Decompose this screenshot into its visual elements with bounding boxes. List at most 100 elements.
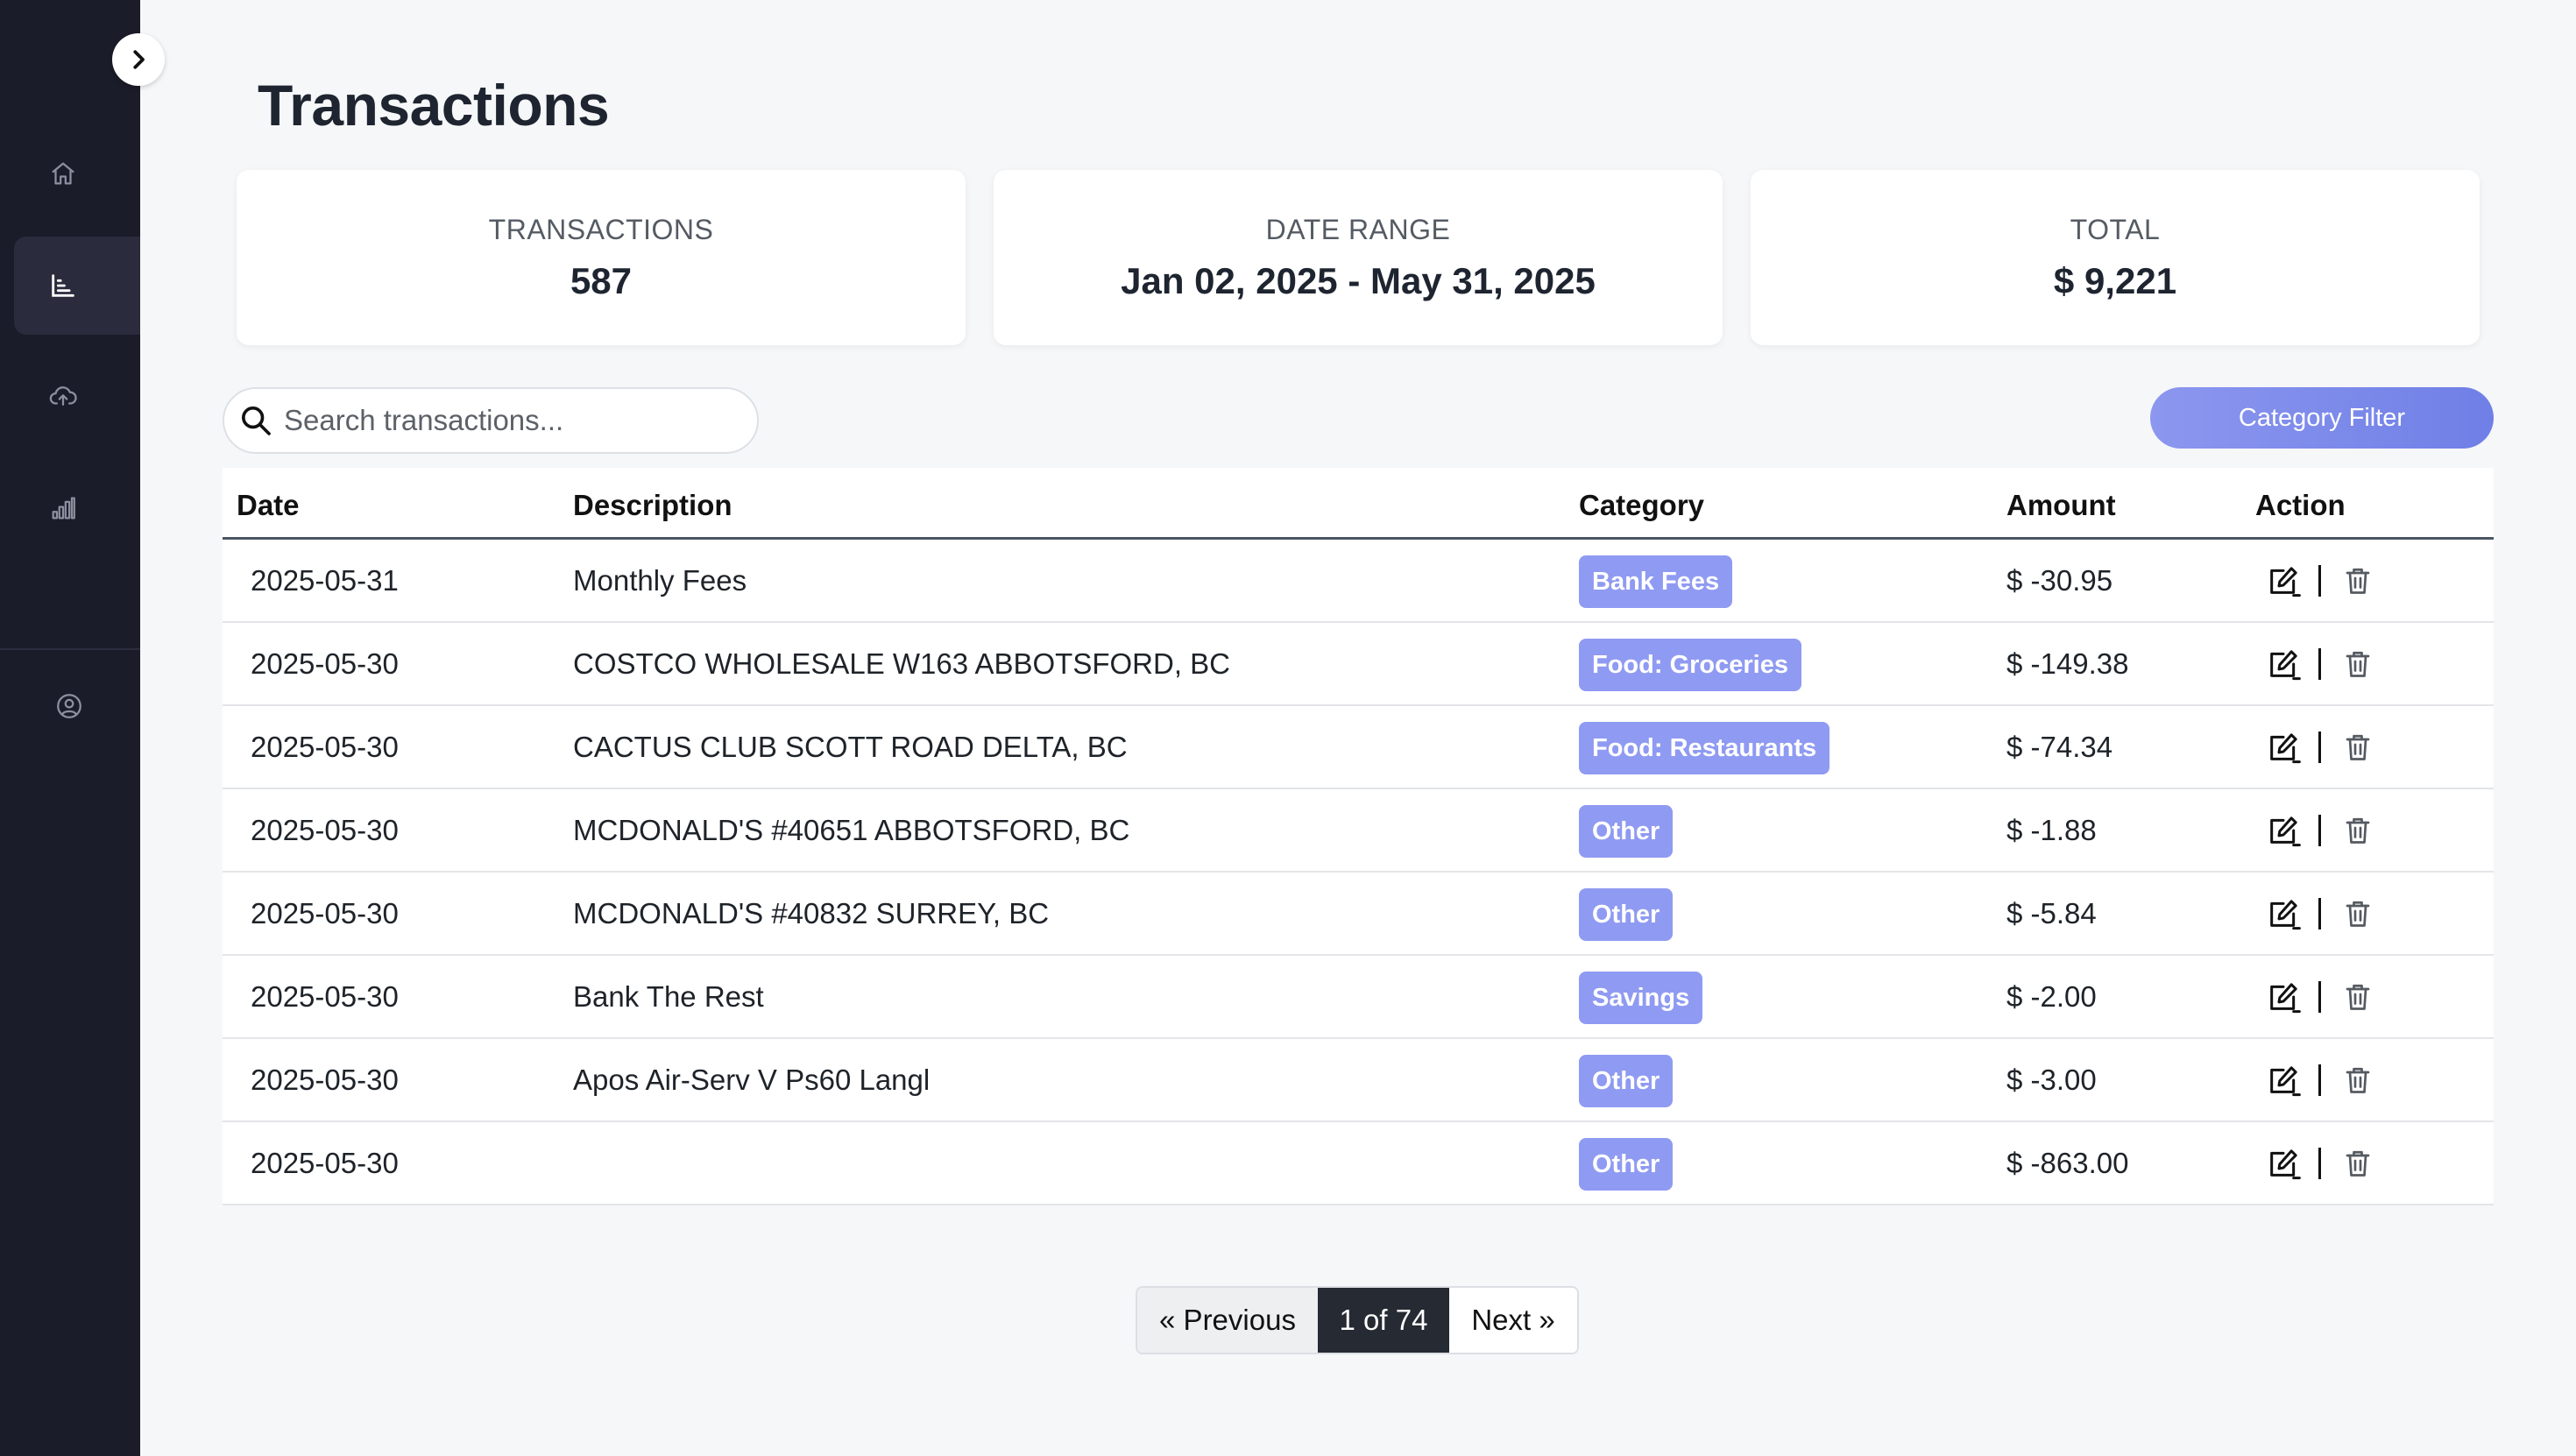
table-row: 2025-05-30 CACTUS CLUB SCOTT ROAD DELTA,…: [223, 706, 2494, 789]
stat-value: Jan 02, 2025 - May 31, 2025: [1121, 259, 1596, 301]
category-filter-button[interactable]: Category Filter: [2150, 387, 2494, 449]
trash-icon[interactable]: [2342, 1064, 2374, 1096]
chevron-right-icon: [133, 50, 145, 69]
table-body: 2025-05-31 Monthly Fees Bank Fees $ -30.…: [223, 540, 2494, 1205]
stat-value: $ 9,221: [2053, 259, 2177, 301]
cell-amount: $ -5.84: [2006, 897, 2097, 929]
sidebar-item-profile[interactable]: [14, 657, 140, 755]
sidebar-item-reports[interactable]: [14, 459, 140, 557]
action-separator: [2318, 815, 2321, 846]
table-header: Date Description Category Amount Action: [223, 468, 2494, 540]
category-badge[interactable]: Food: Restaurants: [1579, 722, 1830, 774]
stat-value: 587: [570, 259, 633, 301]
category-badge[interactable]: Savings: [1579, 972, 1703, 1024]
stat-label: TRANSACTIONS: [488, 213, 714, 245]
table-row: 2025-05-30 COSTCO WHOLESALE W163 ABBOTSF…: [223, 623, 2494, 706]
sidebar-divider: [0, 648, 140, 650]
cell-date: 2025-05-30: [251, 814, 399, 846]
trash-icon[interactable]: [2342, 732, 2374, 763]
stat-card-transactions: TRANSACTIONS 587: [237, 170, 966, 345]
cell-amount: $ -30.95: [2006, 564, 2113, 597]
cell-description: Apos Air-Serv V Ps60 Langl: [573, 1064, 931, 1096]
stat-label: TOTAL: [2070, 213, 2161, 245]
user-circle-icon: [57, 694, 81, 718]
category-badge[interactable]: Food: Groceries: [1579, 639, 1801, 691]
category-badge[interactable]: Other: [1579, 805, 1674, 858]
next-page-button[interactable]: Next »: [1449, 1288, 1577, 1353]
cell-amount: $ -74.34: [2006, 731, 2113, 763]
row-actions: [2266, 979, 2374, 1015]
pagination: « Previous 1 of 74 Next »: [1136, 1286, 1579, 1354]
column-header-action: Action: [2255, 489, 2346, 521]
cell-date: 2025-05-30: [251, 731, 399, 763]
cell-description: MCDONALD'S #40651 ABBOTSFORD, BC: [573, 814, 1130, 846]
column-header-category[interactable]: Category: [1579, 489, 1704, 522]
column-header-amount[interactable]: Amount: [2006, 489, 2116, 522]
edit-icon[interactable]: [2266, 979, 2301, 1014]
sidebar-item-home[interactable]: [14, 124, 140, 223]
trash-icon[interactable]: [2342, 981, 2374, 1013]
search-input[interactable]: [284, 404, 740, 437]
column-header-date[interactable]: Date: [237, 489, 300, 522]
home-icon: [52, 162, 74, 185]
table-row: 2025-05-31 Monthly Fees Bank Fees $ -30.…: [223, 540, 2494, 623]
trash-icon[interactable]: [2342, 1148, 2374, 1179]
bar-chart-icon: [52, 274, 74, 297]
row-actions: [2266, 646, 2374, 682]
row-actions: [2266, 895, 2374, 932]
search-icon: [242, 406, 271, 435]
edit-icon[interactable]: [2266, 563, 2301, 598]
cell-amount: $ -863.00: [2006, 1147, 2129, 1179]
cell-amount: $ -2.00: [2006, 980, 2097, 1013]
column-header-description[interactable]: Description: [573, 489, 732, 522]
trash-icon[interactable]: [2342, 648, 2374, 680]
category-badge[interactable]: Other: [1579, 1055, 1674, 1107]
action-separator: [2318, 565, 2321, 597]
table-row: 2025-05-30 Other $ -863.00: [223, 1122, 2494, 1205]
cell-date: 2025-05-31: [251, 564, 399, 597]
trash-icon[interactable]: [2342, 815, 2374, 846]
edit-icon[interactable]: [2266, 647, 2301, 682]
edit-icon[interactable]: [2266, 1063, 2301, 1098]
action-separator: [2318, 648, 2321, 680]
current-page-indicator: 1 of 74: [1318, 1288, 1449, 1353]
edit-icon[interactable]: [2266, 813, 2301, 848]
row-actions: [2266, 1062, 2374, 1099]
edit-icon[interactable]: [2266, 896, 2301, 931]
trash-icon[interactable]: [2342, 565, 2374, 597]
stat-card-total: TOTAL $ 9,221: [1751, 170, 2480, 345]
row-actions: [2266, 729, 2374, 766]
signal-bars-icon: [52, 497, 75, 519]
table-row: 2025-05-30 MCDONALD'S #40832 SURREY, BC …: [223, 873, 2494, 956]
sidebar-item-transactions[interactable]: [14, 237, 140, 335]
previous-page-button[interactable]: « Previous: [1137, 1288, 1318, 1353]
action-separator: [2318, 732, 2321, 763]
cell-amount: $ -3.00: [2006, 1064, 2097, 1096]
action-separator: [2318, 1064, 2321, 1096]
cell-description: Monthly Fees: [573, 564, 747, 597]
edit-icon[interactable]: [2266, 730, 2301, 765]
sidebar: [0, 0, 140, 1456]
row-actions: [2266, 562, 2374, 599]
table-row: 2025-05-30 MCDONALD'S #40651 ABBOTSFORD,…: [223, 789, 2494, 873]
page-title: Transactions: [258, 73, 610, 138]
cell-date: 2025-05-30: [251, 1064, 399, 1096]
category-badge[interactable]: Other: [1579, 1138, 1674, 1191]
cell-amount: $ -1.88: [2006, 814, 2097, 846]
trash-icon[interactable]: [2342, 898, 2374, 929]
table-row: 2025-05-30 Bank The Rest Savings $ -2.00: [223, 956, 2494, 1039]
edit-icon[interactable]: [2266, 1146, 2301, 1181]
category-badge[interactable]: Other: [1579, 888, 1674, 941]
table-row: 2025-05-30 Apos Air-Serv V Ps60 Langl Ot…: [223, 1039, 2494, 1122]
sidebar-item-upload[interactable]: [14, 347, 140, 445]
action-separator: [2318, 981, 2321, 1013]
cloud-upload-icon: [49, 386, 77, 406]
cell-description: MCDONALD'S #40832 SURREY, BC: [573, 897, 1050, 929]
sidebar-toggle-button[interactable]: [112, 33, 165, 86]
category-badge[interactable]: Bank Fees: [1579, 555, 1733, 608]
cell-description: CACTUS CLUB SCOTT ROAD DELTA, BC: [573, 731, 1128, 763]
cell-description: Bank The Rest: [573, 980, 764, 1013]
cell-amount: $ -149.38: [2006, 647, 2129, 680]
stat-card-date-range: DATE RANGE Jan 02, 2025 - May 31, 2025: [994, 170, 1723, 345]
action-separator: [2318, 1148, 2321, 1179]
